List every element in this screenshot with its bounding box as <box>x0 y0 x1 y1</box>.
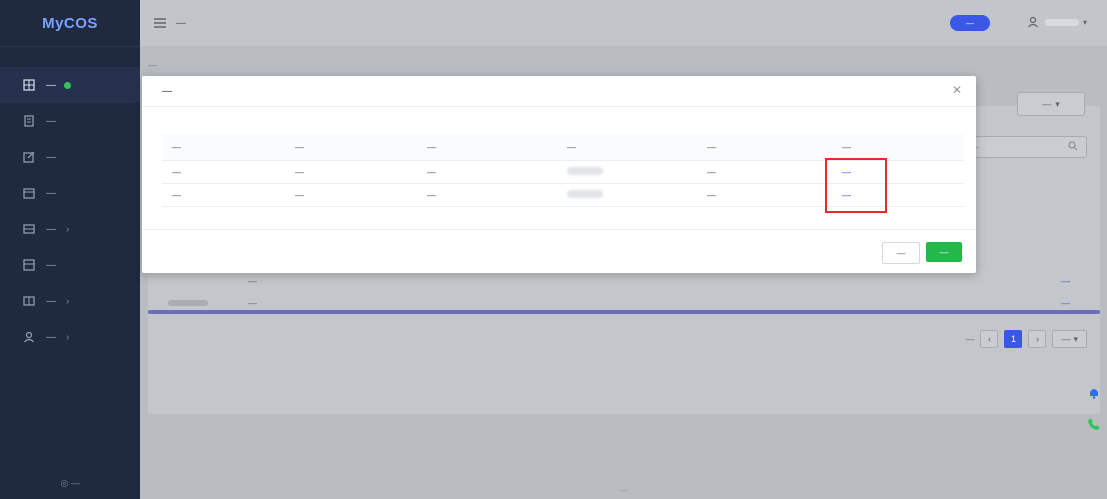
pagination-summary: — <box>965 334 975 344</box>
course-name: — <box>162 183 295 207</box>
table-row: — — <box>248 276 1070 286</box>
table-row: — — — — — <box>162 160 964 184</box>
user-menu[interactable]: — ▾ <box>1025 14 1087 30</box>
sidebar-item-4[interactable]: — <box>0 175 140 211</box>
sidebar: MyCOS — — — — — › — — › — › ◎ — <box>0 0 140 499</box>
topbar: — — — ▾ <box>140 0 1107 46</box>
sidebar-item-6[interactable]: — <box>0 247 140 283</box>
row-actions[interactable]: — <box>1061 298 1070 308</box>
horizontal-scrollbar[interactable] <box>148 310 1100 314</box>
help-icon: ◎ <box>60 478 69 488</box>
book-icon <box>22 222 36 236</box>
chevron-right-icon: › <box>66 223 70 235</box>
sidebar-item-label: — <box>46 115 56 127</box>
sidebar-item-1[interactable]: — <box>0 67 140 103</box>
course-college: — <box>427 183 567 207</box>
table-header-row: — — — — — — <box>162 134 964 161</box>
status-badge[interactable]: — <box>950 15 990 31</box>
calendar-icon <box>22 186 36 200</box>
confirm-button[interactable]: — <box>926 242 962 262</box>
sidebar-item-label: — <box>46 79 56 91</box>
sidebar-item-label: — <box>46 295 56 307</box>
course-college: — <box>427 160 567 184</box>
column-header: — <box>567 134 707 161</box>
username: — <box>1044 18 1079 26</box>
course-select-modal: — ✕ — — — — — — — — — — — — — — — — — — <box>142 76 976 273</box>
edit-icon <box>22 150 36 164</box>
redacted-text <box>567 190 603 198</box>
column-header: — <box>162 134 295 161</box>
sidebar-item-label: — <box>46 223 56 235</box>
sidebar-item-8[interactable]: — › <box>0 319 140 355</box>
column-header: — <box>842 134 964 161</box>
column-header: — <box>427 134 567 161</box>
page-button-current[interactable]: 1 <box>1004 330 1023 348</box>
column-header: — <box>295 134 427 161</box>
chevron-down-icon: ▾ <box>1082 17 1087 27</box>
teacher <box>567 183 707 207</box>
sidebar-item-5[interactable]: — › <box>0 211 140 247</box>
course-type: — <box>295 160 427 184</box>
table-row: — — — — — <box>162 183 964 207</box>
chevron-right-icon: › <box>66 331 70 343</box>
database-icon <box>22 294 36 308</box>
menu-icon[interactable] <box>152 15 168 31</box>
row-actions[interactable]: — <box>1061 276 1070 286</box>
next-page-button[interactable]: › <box>1028 330 1047 348</box>
prev-page-button[interactable]: ‹ <box>980 330 999 348</box>
sidebar-item-3[interactable]: — <box>0 139 140 175</box>
sidebar-item-label: — <box>46 259 56 271</box>
notification-bell-icon[interactable] <box>1087 386 1101 400</box>
chevron-right-icon: › <box>66 295 70 307</box>
sidebar-item-label: — <box>46 331 56 343</box>
app-logo[interactable]: MyCOS <box>0 0 140 47</box>
sidebar-item-7[interactable]: — › <box>0 283 140 319</box>
pagination: — ‹ 1 › — ▾ <box>965 330 1087 348</box>
course-name: — <box>162 160 295 184</box>
export-button[interactable]: — ▾ <box>1017 92 1085 116</box>
sidebar-item-label: — <box>46 151 56 163</box>
user-avatar-icon <box>1025 14 1041 30</box>
chevron-down-icon: ▾ <box>1073 333 1078 344</box>
breadcrumb[interactable]: — <box>148 60 157 70</box>
status-dot <box>64 81 71 89</box>
course-table: — — — — — — — — — — — — — — — — <box>162 134 964 207</box>
teacher-college: — <box>707 160 842 184</box>
app-title: — <box>176 17 186 29</box>
document-icon <box>22 114 36 128</box>
view-link[interactable]: — <box>842 190 851 200</box>
sidebar-item-2[interactable]: — <box>0 103 140 139</box>
course-type: — <box>295 183 427 207</box>
view-link[interactable]: — <box>842 167 851 177</box>
teacher-college: — <box>707 183 842 207</box>
modal-title: — <box>162 85 172 97</box>
modal-header: — ✕ <box>142 76 976 107</box>
cancel-button[interactable]: — <box>882 242 920 264</box>
chevron-down-icon: ▾ <box>1055 98 1060 109</box>
grid-icon <box>22 78 36 92</box>
user-icon <box>22 330 36 344</box>
teacher <box>567 160 707 184</box>
column-header: — <box>707 134 842 161</box>
search-input[interactable]: — <box>962 136 1087 158</box>
copyright: — <box>619 486 628 495</box>
redacted-text <box>168 300 208 306</box>
chart-icon <box>22 258 36 272</box>
sidebar-item-label: — <box>46 187 56 199</box>
close-icon[interactable]: ✕ <box>952 84 962 96</box>
redacted-text <box>567 167 603 175</box>
phone-icon[interactable] <box>1087 417 1101 431</box>
page-size-select[interactable]: — ▾ <box>1052 330 1087 348</box>
sidebar-footer[interactable]: ◎ — <box>0 478 140 489</box>
sidebar-nav: — — — — — › — — › — › <box>0 67 140 355</box>
background-table: — — — — <box>148 270 1100 314</box>
search-icon <box>1068 141 1078 153</box>
modal-footer: — — <box>142 229 976 273</box>
